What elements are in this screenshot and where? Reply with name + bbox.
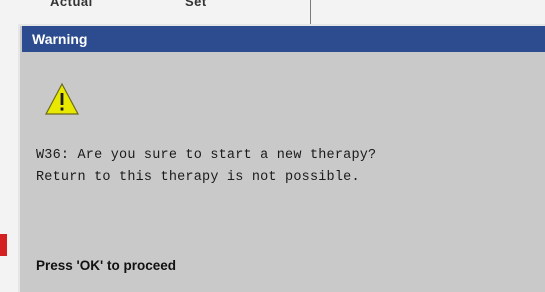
alarm-marker (0, 234, 7, 256)
background-header-set: Set (185, 0, 207, 9)
warning-message-line-1: W36: Are you sure to start a new therapy… (36, 148, 377, 163)
dialog-title: Warning (32, 31, 88, 47)
warning-dialog: Warning W36: Are you sure to start a new… (18, 24, 545, 292)
background-header-actual: Actual (50, 0, 93, 9)
proceed-instruction: Press 'OK' to proceed (36, 258, 176, 273)
warning-triangle-icon (45, 82, 79, 115)
dialog-titlebar[interactable]: Warning (22, 26, 545, 52)
background-divider (310, 0, 311, 24)
warning-message-line-2: Return to this therapy is not possible. (36, 170, 360, 185)
